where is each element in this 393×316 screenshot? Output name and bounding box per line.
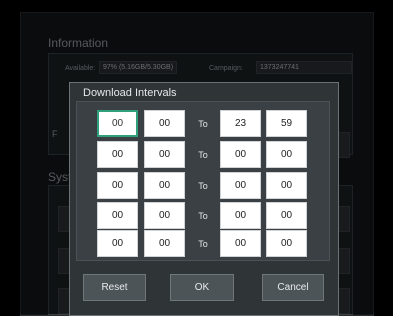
to-label: To [198,119,208,129]
end-minute-field[interactable]: 00 [266,202,307,229]
end-minute-field[interactable]: 00 [266,230,307,257]
end-minute-field[interactable]: 00 [266,141,307,168]
ok-button[interactable]: OK [170,274,234,301]
dialog-title: Download Intervals [83,87,177,99]
end-hour-field[interactable]: 00 [220,202,261,229]
interval-grid: 00 00 To 23 59 00 00 To 00 00 00 00 To 0… [76,101,330,261]
end-hour-field[interactable]: 00 [220,172,261,199]
start-minute-field[interactable]: 00 [144,230,185,257]
reset-button[interactable]: Reset [83,274,146,301]
to-label: To [198,211,208,221]
start-minute-field[interactable]: 00 [144,202,185,229]
start-hour-field[interactable]: 00 [97,230,138,257]
cancel-button[interactable]: Cancel [262,274,324,301]
start-hour-field[interactable]: 00 [97,172,138,199]
end-hour-field[interactable]: 00 [220,230,261,257]
end-hour-field[interactable]: 00 [220,141,261,168]
to-label: To [198,239,208,249]
end-minute-field[interactable]: 00 [266,172,307,199]
start-minute-field[interactable]: 00 [144,110,185,137]
to-label: To [198,150,208,160]
end-hour-field[interactable]: 23 [220,110,261,137]
start-minute-field[interactable]: 00 [144,141,185,168]
to-label: To [198,181,208,191]
start-hour-field[interactable]: 00 [97,202,138,229]
start-minute-field[interactable]: 00 [144,172,185,199]
end-minute-field[interactable]: 59 [266,110,307,137]
start-hour-field[interactable]: 00 [97,141,138,168]
start-hour-field[interactable]: 00 [97,110,138,137]
download-intervals-dialog: Download Intervals 00 00 To 23 59 00 00 … [69,82,339,316]
